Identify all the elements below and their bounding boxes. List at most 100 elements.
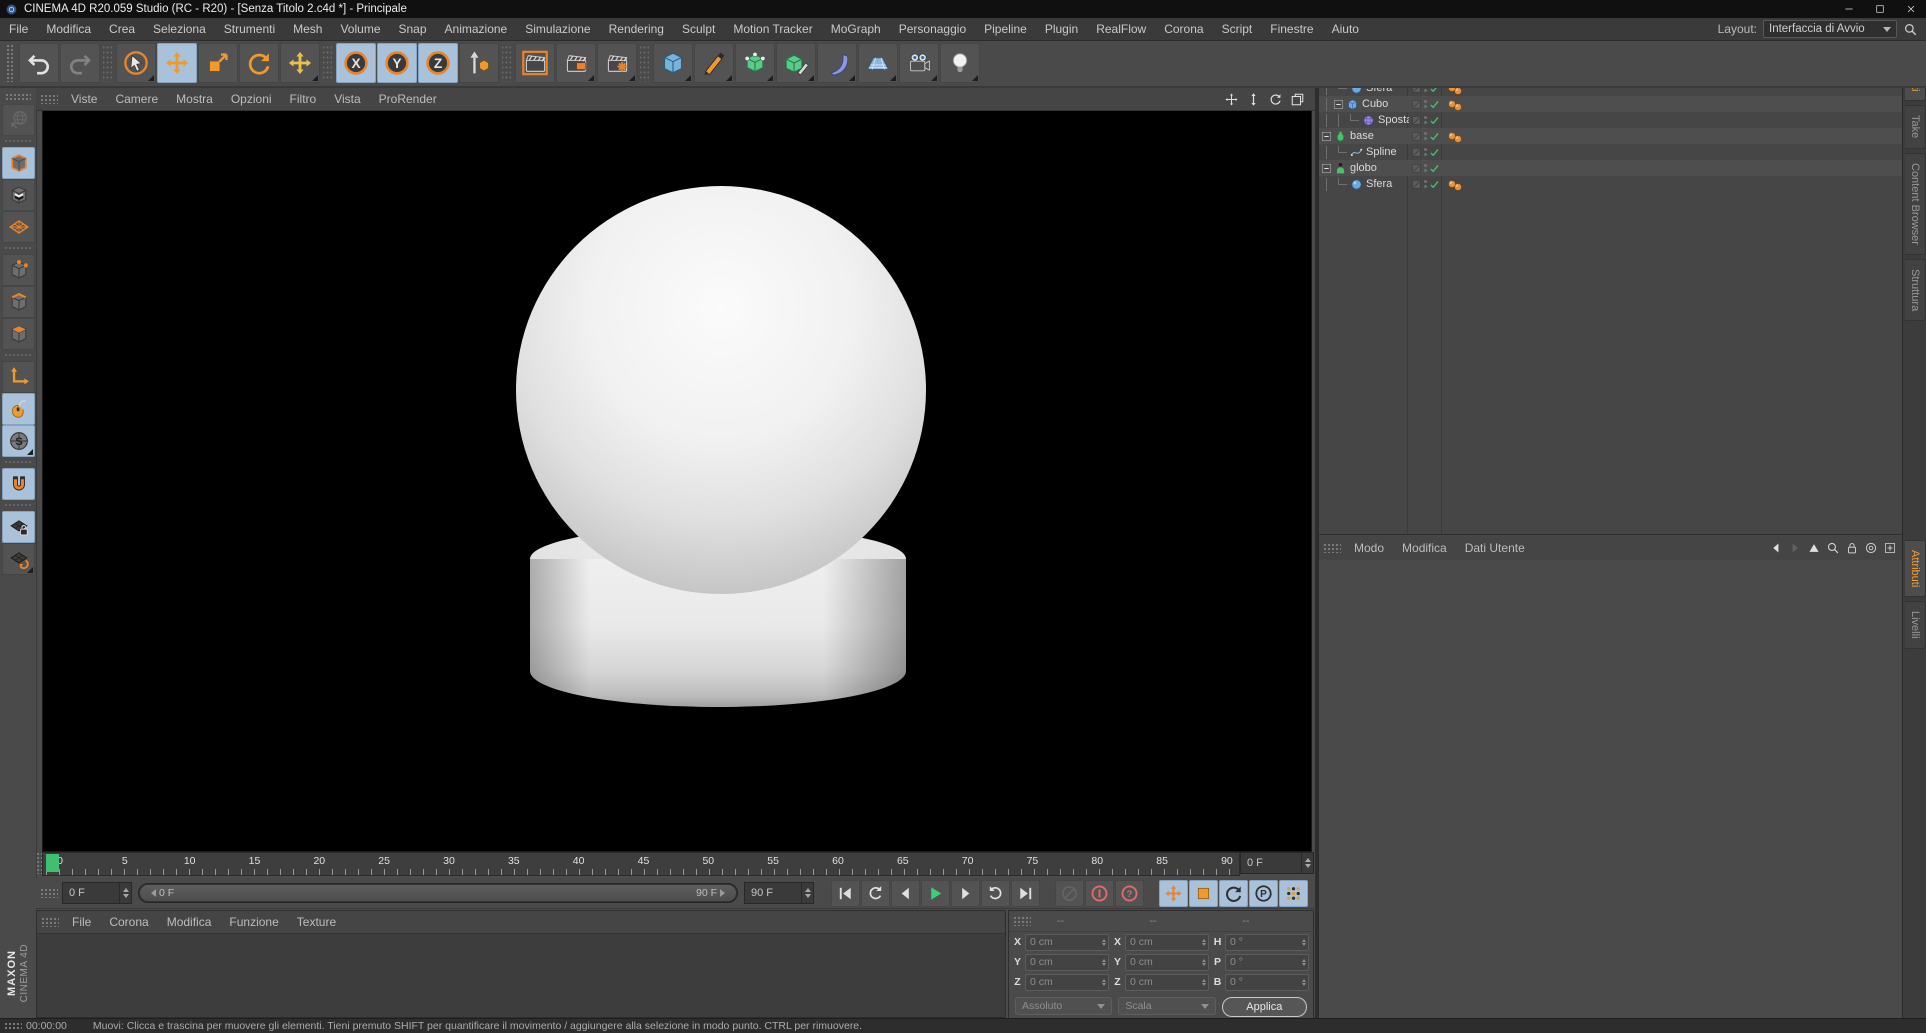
spinner-arrows-icon[interactable] xyxy=(1102,957,1108,968)
move-button[interactable] xyxy=(157,43,197,83)
tab-take[interactable]: Take xyxy=(1905,105,1926,148)
material-menu-texture[interactable]: Texture xyxy=(288,911,345,933)
axis-x-button[interactable]: X xyxy=(336,43,376,83)
menu-crea[interactable]: Crea xyxy=(100,18,144,40)
menu-plugin[interactable]: Plugin xyxy=(1036,18,1087,40)
record-keys-button[interactable] xyxy=(1085,880,1114,907)
render-settings-button[interactable] xyxy=(597,43,637,83)
coordinate-mode-dropdown[interactable]: Assoluto xyxy=(1015,997,1112,1015)
undo-button[interactable] xyxy=(19,43,59,83)
menu-script[interactable]: Script xyxy=(1213,18,1262,40)
snap-3d-button[interactable]: S xyxy=(2,425,35,457)
sound-mute-button[interactable] xyxy=(1055,880,1084,907)
layer-toggle-icon[interactable] xyxy=(1411,115,1422,126)
current-frame-marker[interactable] xyxy=(46,854,59,872)
coordinates-grip[interactable] xyxy=(1013,916,1031,926)
expander-icon[interactable] xyxy=(1321,163,1332,174)
tab-attributi[interactable]: Attributi xyxy=(1905,540,1926,597)
zoom-view-icon[interactable] xyxy=(1246,92,1261,107)
spinner-arrows-icon[interactable] xyxy=(1302,977,1308,988)
object-label[interactable]: Spostare xyxy=(1378,114,1409,126)
tree-row-cubo[interactable]: Cubo xyxy=(1319,96,1903,112)
tree-row-spostare[interactable]: Spostare xyxy=(1319,112,1903,128)
lock-icon[interactable] xyxy=(1845,541,1859,555)
play-button[interactable] xyxy=(921,880,950,907)
spinner-arrows-icon[interactable] xyxy=(1301,853,1313,873)
object-label[interactable]: Cubo xyxy=(1362,98,1388,110)
viewport-menu-prorender[interactable]: ProRender xyxy=(370,88,446,110)
go-end-button[interactable] xyxy=(1011,880,1040,907)
layer-toggle-icon[interactable] xyxy=(1411,131,1422,142)
last-tool-button[interactable] xyxy=(280,43,320,83)
scale-mode-dropdown[interactable]: Scala xyxy=(1118,997,1215,1015)
polygons-mode-button[interactable] xyxy=(2,318,35,350)
tweak-mode-button[interactable] xyxy=(2,393,35,425)
primitive-cube-button[interactable] xyxy=(653,43,693,83)
spinner-arrows-icon[interactable] xyxy=(1202,957,1208,968)
key-position-button[interactable] xyxy=(1159,880,1188,907)
minimize-button[interactable] xyxy=(1833,0,1864,18)
spinner-arrows-icon[interactable] xyxy=(1302,937,1308,948)
spinner-arrows-icon[interactable] xyxy=(1202,977,1208,988)
viewport-menu-vista[interactable]: Vista xyxy=(325,88,369,110)
enabled-check-icon[interactable] xyxy=(1429,115,1440,126)
frame-range-slider[interactable]: 0 F 90 F xyxy=(138,883,738,903)
enabled-check-icon[interactable] xyxy=(1429,131,1440,142)
live-selection-button[interactable] xyxy=(116,43,156,83)
rotate-button[interactable] xyxy=(239,43,279,83)
target-icon[interactable] xyxy=(1864,541,1878,555)
spinner-arrows-icon[interactable] xyxy=(1102,937,1108,948)
layout-dropdown[interactable]: Interfaccia di Avvio xyxy=(1763,20,1897,38)
scale-button[interactable] xyxy=(198,43,238,83)
play-forwards-button[interactable] xyxy=(981,880,1010,907)
attribute-manager-grip[interactable] xyxy=(1323,543,1341,553)
planar-workplane-button[interactable] xyxy=(2,543,35,575)
coordinate-field-x[interactable]: 0 cm xyxy=(1025,934,1109,951)
menu-personaggio[interactable]: Personaggio xyxy=(890,18,975,40)
material-tag-icon[interactable] xyxy=(1453,134,1463,144)
menu-sculpt[interactable]: Sculpt xyxy=(673,18,724,40)
render-view-button[interactable] xyxy=(515,43,555,83)
attribute-menu-dati-utente[interactable]: Dati Utente xyxy=(1456,537,1534,559)
start-frame-spinner[interactable]: 0 F xyxy=(62,882,132,904)
end-frame-spinner[interactable]: 90 F xyxy=(744,882,814,904)
visibility-dots-icon[interactable] xyxy=(1424,164,1427,172)
timeline-grip[interactable] xyxy=(36,852,42,874)
make-editable-button[interactable] xyxy=(2,104,35,136)
viewport-menu-filtro[interactable]: Filtro xyxy=(281,88,326,110)
tab-struttura[interactable]: Struttura xyxy=(1905,259,1926,321)
sphere-object[interactable] xyxy=(516,186,926,594)
spinner-arrows-icon[interactable] xyxy=(1302,957,1308,968)
object-label[interactable]: globo xyxy=(1350,162,1377,174)
nav-forward-icon[interactable] xyxy=(1788,541,1802,555)
transport-grip[interactable] xyxy=(40,888,58,898)
key-parameter-button[interactable]: P xyxy=(1249,880,1278,907)
material-menu-funzione[interactable]: Funzione xyxy=(220,911,287,933)
coordinate-field-b[interactable]: 0 ° xyxy=(1225,974,1309,991)
autokey-button[interactable]: ? xyxy=(1115,880,1144,907)
visibility-dots-icon[interactable] xyxy=(1424,148,1427,156)
viewport-menu-mostra[interactable]: Mostra xyxy=(167,88,222,110)
tab-content-browser[interactable]: Content Browser xyxy=(1905,153,1926,255)
subdivision-surface-button[interactable] xyxy=(735,43,775,83)
pan-view-icon[interactable] xyxy=(1224,92,1239,107)
menu-animazione[interactable]: Animazione xyxy=(436,18,517,40)
coordinate-field-z[interactable]: 0 cm xyxy=(1025,974,1109,991)
axis-z-button[interactable]: Z xyxy=(418,43,458,83)
material-menu-modifica[interactable]: Modifica xyxy=(158,911,221,933)
menu-finestre[interactable]: Finestre xyxy=(1261,18,1322,40)
menu-snap[interactable]: Snap xyxy=(390,18,436,40)
render-picture-viewer-button[interactable] xyxy=(556,43,596,83)
nav-up-icon[interactable] xyxy=(1807,541,1821,555)
coordinate-field-z[interactable]: 0 cm xyxy=(1125,974,1209,991)
key-scale-button[interactable] xyxy=(1189,880,1218,907)
visibility-dots-icon[interactable] xyxy=(1424,180,1427,188)
key-pla-button[interactable] xyxy=(1279,880,1308,907)
object-label[interactable]: Spline xyxy=(1366,146,1397,158)
material-menu-file[interactable]: File xyxy=(63,911,100,933)
status-bar-grip[interactable] xyxy=(4,1022,22,1030)
axis-mode-button[interactable] xyxy=(2,361,35,393)
layer-toggle-icon[interactable] xyxy=(1411,147,1422,158)
object-label[interactable]: base xyxy=(1350,130,1374,142)
visibility-dots-icon[interactable] xyxy=(1424,100,1427,108)
